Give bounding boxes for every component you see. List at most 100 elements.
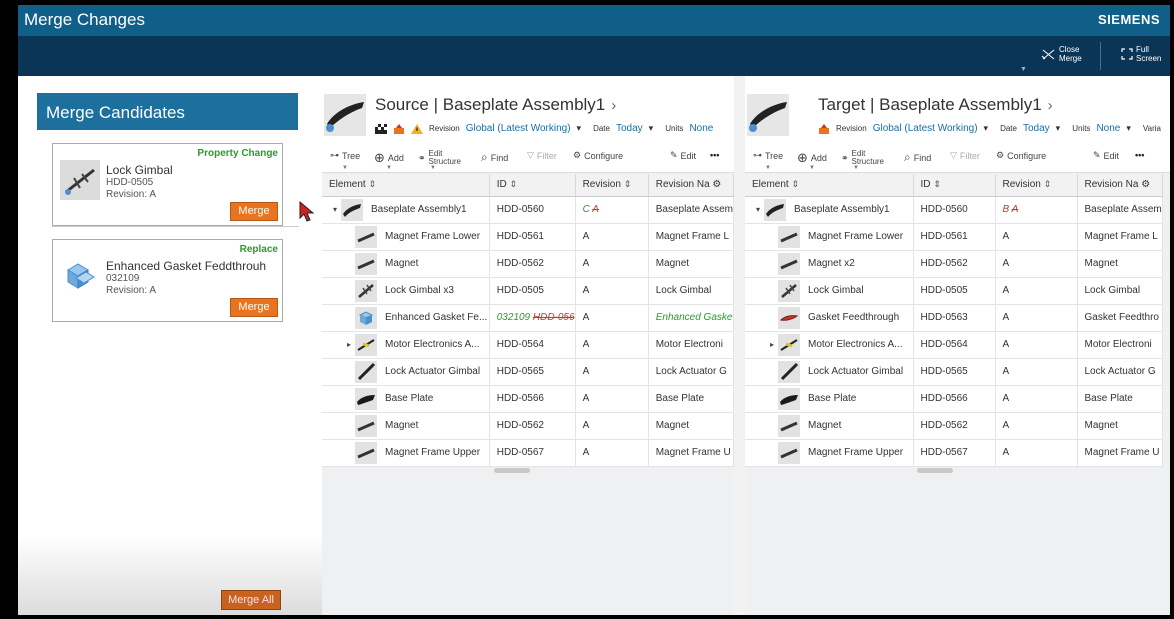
table-row[interactable]: Lock Actuator Gimbal HDD-0565 A Lock Actuat… [745, 358, 1163, 386]
element-cell[interactable]: Base Plate [322, 385, 490, 413]
table-row[interactable]: Magnet Frame Lower HDD-0561 A Magnet Frame … [745, 223, 1163, 251]
element-cell[interactable]: Lock Gimbal [745, 277, 914, 305]
merge-all-button[interactable]: Merge All [221, 590, 281, 610]
chevron-down-icon[interactable]: ▾ [1126, 123, 1131, 134]
table-row[interactable]: Lock Gimbal HDD-0505 A Lock Gimbal [745, 277, 1163, 305]
table-row[interactable]: Gasket Feedthrough HDD-0563 A Gasket Feedth… [745, 304, 1163, 332]
edit-button[interactable]: ✎ Edit [1093, 150, 1119, 161]
element-cell[interactable]: Base Plate [745, 385, 914, 413]
chevron-down-icon[interactable]: ▼ [765, 165, 771, 171]
settings-gear-icon[interactable]: ⚙ [712, 179, 721, 190]
expand-toggle-icon[interactable]: ▸ [766, 340, 778, 349]
horizontal-scrollbar[interactable] [917, 468, 953, 473]
source-date[interactable]: Today [616, 123, 643, 134]
table-row[interactable]: ▾ Baseplate Assembly1 HDD-0560 B A Baseplate… [745, 196, 1163, 224]
table-row[interactable]: Lock Actuator Gimbal HDD-0565 A Lock Actuat… [322, 358, 735, 386]
variant-rule-label[interactable]: Varia [1143, 124, 1161, 133]
column-header-element[interactable]: Element ⇕ [322, 174, 490, 197]
element-cell[interactable]: Lock Actuator Gimbal [745, 358, 914, 386]
edit-structure-button[interactable]: ⚭ Edit Structure [418, 150, 461, 166]
column-header-revision[interactable]: Revision ⇕ [995, 174, 1078, 197]
chevron-down-icon[interactable]: ▼ [386, 165, 392, 171]
column-header-revision[interactable]: Revision ⇕ [575, 174, 649, 197]
edit-button[interactable]: ✎ Edit [670, 150, 696, 161]
element-cell[interactable]: Magnet [322, 250, 490, 278]
target-revision-rule[interactable]: Global (Latest Working) [873, 123, 978, 134]
merge-button[interactable]: Merge [230, 298, 278, 317]
table-row[interactable]: Magnet Frame Upper HDD-0567 A Magnet Frame … [322, 439, 735, 467]
filter-button[interactable]: ▽ Filter [950, 150, 980, 161]
target-date[interactable]: Today [1023, 123, 1050, 134]
element-cell[interactable]: Magnet Frame Lower [322, 223, 490, 251]
element-cell[interactable]: Magnet Frame Upper [745, 439, 914, 467]
edit-structure-button[interactable]: ⚭ Edit Structure [841, 150, 884, 166]
table-row[interactable]: Magnet HDD-0562 A Magnet [322, 250, 735, 278]
element-cell[interactable]: Magnet Frame Lower [745, 223, 914, 251]
target-units[interactable]: None [1096, 123, 1120, 134]
table-row[interactable]: Lock Gimbal x3 HDD-0505 A Lock Gimbal [322, 277, 735, 305]
element-cell[interactable]: ▾ Baseplate Assembly1 [322, 196, 490, 224]
element-cell[interactable]: Lock Gimbal x3 [322, 277, 490, 305]
more-button[interactable]: ••• [1135, 150, 1144, 160]
expand-toggle-icon[interactable]: ▾ [752, 205, 764, 214]
column-header-revision-name[interactable]: Revision Na ⚙ [648, 174, 735, 197]
element-cell[interactable]: ▾ Baseplate Assembly1 [745, 196, 914, 224]
horizontal-scrollbar[interactable] [494, 468, 530, 473]
table-row[interactable]: Magnet x2 HDD-0562 A Magnet [745, 250, 1163, 278]
chevron-right-icon[interactable]: › [1048, 97, 1053, 114]
element-cell[interactable]: Magnet [322, 412, 490, 440]
column-header-element[interactable]: Element ⇕ [745, 174, 914, 197]
element-cell[interactable]: Magnet Frame Upper [322, 439, 490, 467]
source-revision-rule[interactable]: Global (Latest Working) [466, 123, 571, 134]
chevron-down-icon[interactable]: ▾ [1056, 123, 1061, 134]
full-screen-button[interactable]: Full Screen [1121, 45, 1164, 63]
element-cell[interactable]: Magnet x2 [745, 250, 914, 278]
element-cell[interactable]: ▸ Motor Electronics A... [745, 331, 914, 359]
element-cell[interactable]: Lock Actuator Gimbal [322, 358, 490, 386]
column-header-id[interactable]: ID ⇕ [489, 174, 576, 197]
table-row[interactable]: Magnet Frame Upper HDD-0567 A Magnet Frame … [745, 439, 1163, 467]
settings-gear-icon[interactable]: ⚙ [1141, 179, 1150, 190]
expand-toggle-icon[interactable]: ▸ [343, 340, 355, 349]
filter-button[interactable]: ▽ Filter [527, 150, 557, 161]
add-button[interactable]: ⊕ Add [797, 150, 827, 166]
table-row[interactable]: Enhanced Gasket Fe... 032109 HDD-056 A Enha… [322, 304, 735, 332]
chevron-down-icon[interactable]: ▾ [577, 123, 582, 134]
configure-button[interactable]: ⚙ Configure [573, 150, 623, 161]
candidate-card-enhanced-gasket[interactable]: Replace Enhanced Gasket Feddthrouh 03210… [52, 239, 283, 322]
tree-button[interactable]: ⊶ Tree [753, 150, 783, 161]
element-cell[interactable]: ▸ Motor Electronics A... [322, 331, 490, 359]
configure-button[interactable]: ⚙ Configure [996, 150, 1046, 161]
find-button[interactable]: ⌕ Find [904, 150, 931, 165]
chevron-down-icon[interactable]: ▼ [853, 165, 859, 171]
expand-toggle-icon[interactable]: ▾ [329, 205, 341, 214]
table-row[interactable]: ▾ Baseplate Assembly1 HDD-0560 C A Baseplate… [322, 196, 735, 224]
column-header-revision-name[interactable]: Revision Na ⚙ [1077, 174, 1163, 197]
element-cell[interactable]: Enhanced Gasket Fe... [322, 304, 490, 332]
tree-button[interactable]: ⊶ Tree [330, 150, 360, 161]
chevron-right-icon[interactable]: › [611, 97, 616, 114]
element-cell[interactable]: Gasket Feedthrough [745, 304, 914, 332]
candidate-card-lock-gimbal[interactable]: Property Change Lock Gimbal HDD-0505 Rev… [52, 143, 283, 226]
table-row[interactable]: Magnet HDD-0562 A Magnet [322, 412, 735, 440]
more-button[interactable]: ••• [710, 150, 719, 160]
chevron-down-icon[interactable]: ▼ [342, 165, 348, 171]
element-cell[interactable]: Magnet [745, 412, 914, 440]
close-merge-button[interactable]: Close Merge [1041, 45, 1087, 63]
chevron-down-icon[interactable]: ▼ [1020, 66, 1027, 73]
table-row[interactable]: ▸ Motor Electronics A... HDD-0564 A Motor El… [745, 331, 1163, 359]
table-row[interactable]: ▸ Motor Electronics A... HDD-0564 A Motor El… [322, 331, 735, 359]
chevron-down-icon[interactable]: ▼ [430, 165, 436, 171]
column-header-id[interactable]: ID ⇕ [913, 174, 996, 197]
chevron-down-icon[interactable]: ▾ [984, 123, 989, 134]
pane-splitter[interactable] [734, 76, 745, 615]
merge-button[interactable]: Merge [230, 202, 278, 221]
add-button[interactable]: ⊕ Add [374, 150, 404, 166]
table-row[interactable]: Magnet HDD-0562 A Magnet [745, 412, 1163, 440]
chevron-down-icon[interactable]: ▾ [649, 123, 654, 134]
table-row[interactable]: Base Plate HDD-0566 A Base Plate [745, 385, 1163, 413]
table-row[interactable]: Magnet Frame Lower HDD-0561 A Magnet Frame … [322, 223, 735, 251]
source-units[interactable]: None [689, 123, 713, 134]
find-button[interactable]: ⌕ Find [481, 150, 508, 165]
table-row[interactable]: Base Plate HDD-0566 A Base Plate [322, 385, 735, 413]
